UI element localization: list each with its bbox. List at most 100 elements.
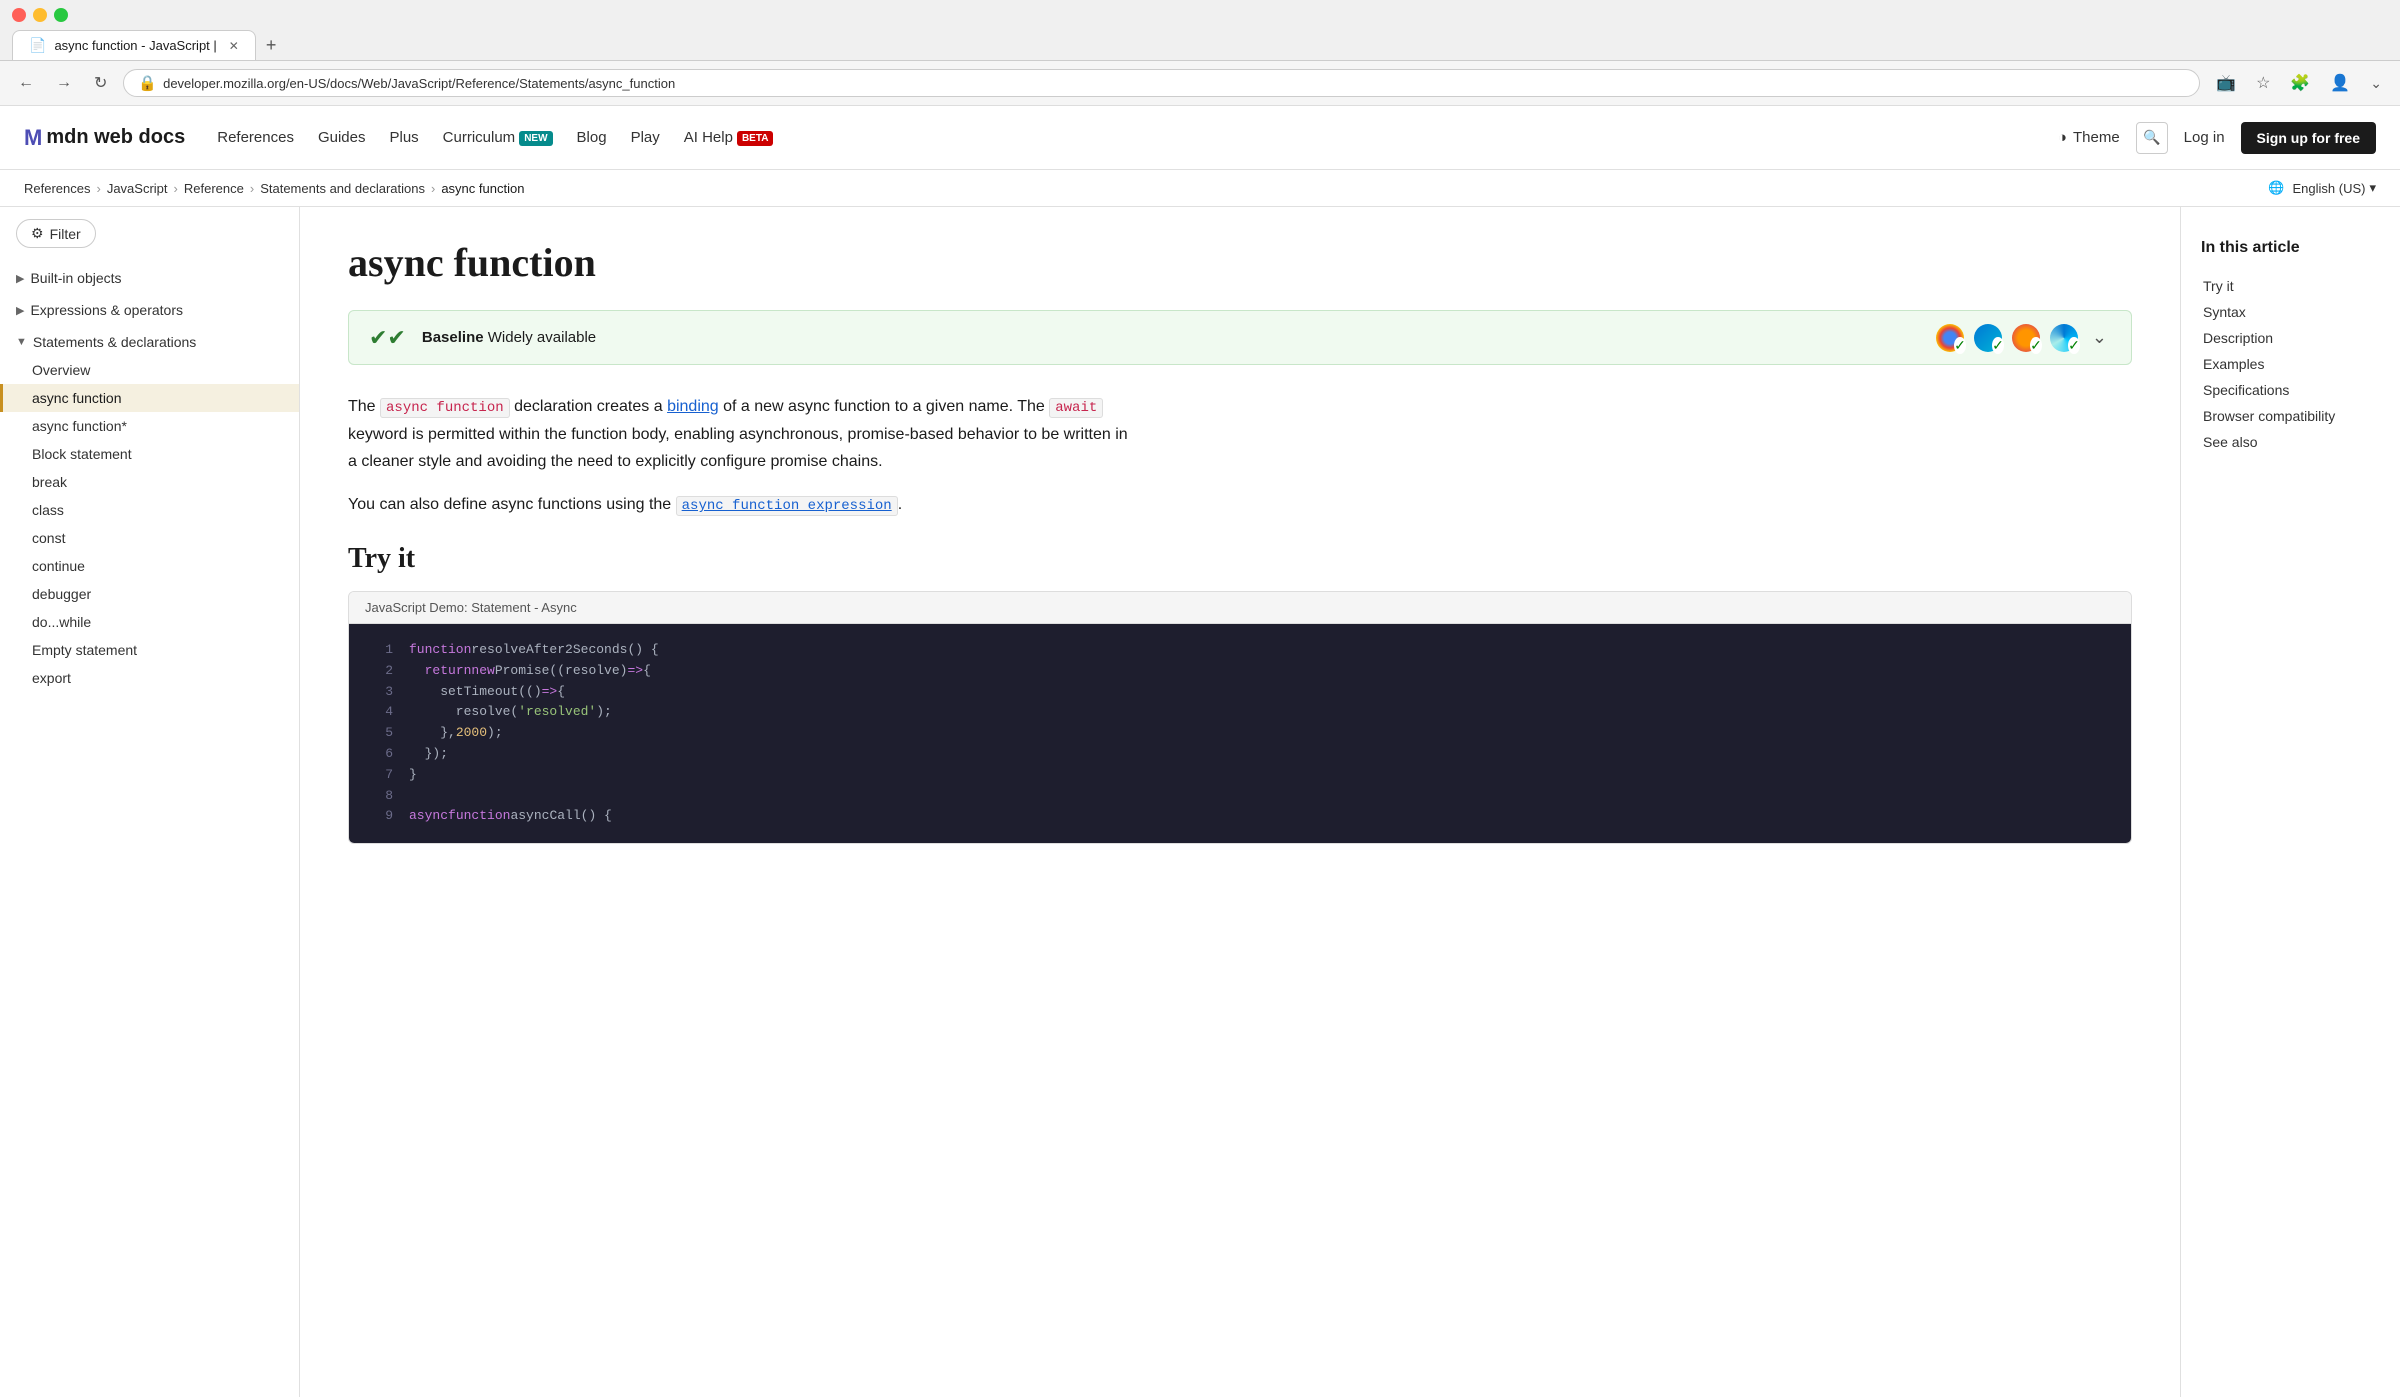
toc-title: In this article <box>2201 239 2380 257</box>
mdn-logo[interactable]: M mdn web docs <box>24 125 185 151</box>
sidebar-item-const[interactable]: const <box>0 524 299 552</box>
breadcrumb-references[interactable]: References <box>24 181 90 196</box>
sidebar-statements-label: Statements & declarations <box>33 334 196 350</box>
search-button[interactable]: 🔍 <box>2136 122 2168 154</box>
body-paragraph-2: You can also define async functions usin… <box>348 491 1128 519</box>
toc-item-try-it[interactable]: Try it <box>2191 273 2380 299</box>
edge-icon: ✓ <box>1974 324 2002 352</box>
nav-aihelp[interactable]: AI HelpBETA <box>684 129 774 146</box>
sidebar-section-builtin-header[interactable]: ▶ Built-in objects <box>0 264 299 292</box>
address-bar[interactable]: 🔒 developer.mozilla.org/en-US/docs/Web/J… <box>123 69 2200 97</box>
sidebar-item-dowhile[interactable]: do...while <box>0 608 299 636</box>
signup-button[interactable]: Sign up for free <box>2241 122 2376 154</box>
toolbar-icons: 📺 ☆ 🧩 👤 ⌄ <box>2210 69 2388 97</box>
sidebar-section-statements-header[interactable]: ▼ Statements & declarations <box>0 328 299 356</box>
code-line-4: 4 resolve('resolved'); <box>365 702 2115 723</box>
url-text: developer.mozilla.org/en-US/docs/Web/Jav… <box>163 76 2185 91</box>
sidebar-item-empty[interactable]: Empty statement <box>0 636 299 664</box>
toc-item-browser-compat[interactable]: Browser compatibility <box>2191 403 2380 429</box>
code-demo-block[interactable]: 1 function resolveAfter2Seconds() { 2 re… <box>349 624 2131 843</box>
forward-button[interactable]: → <box>50 70 78 96</box>
new-tab-button[interactable]: + <box>258 31 285 60</box>
profile-button[interactable]: 👤 <box>2324 69 2356 97</box>
content-area: async function ✔✔ Baseline Widely availa… <box>300 207 2180 1397</box>
toc-item-syntax[interactable]: Syntax <box>2191 299 2380 325</box>
breadcrumb-current: async function <box>441 181 524 196</box>
try-it-title: Try it <box>348 543 2132 575</box>
sidebar-item-export[interactable]: export <box>0 664 299 692</box>
filter-button[interactable]: ⚙ Filter <box>16 219 96 248</box>
content-body: The async function declaration creates a… <box>348 393 1128 519</box>
baseline-text: Baseline Widely available <box>422 329 596 346</box>
line-num-4: 4 <box>365 702 393 723</box>
sidebar-item-block[interactable]: Block statement <box>0 440 299 468</box>
nav-play[interactable]: Play <box>631 129 660 146</box>
more-button[interactable]: ⌄ <box>2364 71 2388 96</box>
globe-icon: 🌐 <box>2268 180 2284 196</box>
maximize-window-button[interactable] <box>54 8 68 22</box>
address-lock-icon: 🔒 <box>138 74 157 92</box>
breadcrumb-statements[interactable]: Statements and declarations <box>260 181 425 196</box>
refresh-button[interactable]: ↻ <box>88 69 113 97</box>
theme-button[interactable]: ◑ Theme <box>2058 129 2120 146</box>
code-line-2: 2 return new Promise((resolve) => { <box>365 661 2115 682</box>
sidebar-item-async-function[interactable]: async function <box>0 384 299 412</box>
line-num-3: 3 <box>365 682 393 703</box>
lang-label: English (US) <box>2293 181 2366 196</box>
cast-button[interactable]: 📺 <box>2210 69 2242 97</box>
chevron-down-icon: ▼ <box>16 336 27 348</box>
tab-title: async function - JavaScript | <box>54 38 216 53</box>
breadcrumb-javascript[interactable]: JavaScript <box>107 181 168 196</box>
browser-toolbar: ← → ↻ 🔒 developer.mozilla.org/en-US/docs… <box>0 61 2400 106</box>
code-line-3: 3 setTimeout(() => { <box>365 682 2115 703</box>
breadcrumb-reference[interactable]: Reference <box>184 181 244 196</box>
chevron-right-icon-2: ▶ <box>16 304 24 317</box>
toc-item-examples[interactable]: Examples <box>2191 351 2380 377</box>
back-button[interactable]: ← <box>12 70 40 96</box>
nav-references[interactable]: References <box>217 129 294 146</box>
sidebar-item-continue[interactable]: continue <box>0 552 299 580</box>
sidebar-item-overview[interactable]: Overview <box>0 356 299 384</box>
active-tab[interactable]: 📄 async function - JavaScript | ✕ <box>12 30 256 60</box>
minimize-window-button[interactable] <box>33 8 47 22</box>
sidebar-item-class[interactable]: class <box>0 496 299 524</box>
toc-sidebar: In this article Try it Syntax Descriptio… <box>2180 207 2400 1397</box>
sidebar-item-break[interactable]: break <box>0 468 299 496</box>
nav-guides[interactable]: Guides <box>318 129 366 146</box>
tab-close-button[interactable]: ✕ <box>229 39 239 53</box>
new-badge: NEW <box>519 131 552 146</box>
extensions-button[interactable]: 🧩 <box>2284 69 2316 97</box>
binding-link[interactable]: binding <box>667 398 719 415</box>
breadcrumb-sep-4: › <box>431 181 435 196</box>
browser-tabs: 📄 async function - JavaScript | ✕ + <box>12 30 2388 60</box>
sidebar-item-async-function-gen[interactable]: async function* <box>0 412 299 440</box>
line-num-8: 8 <box>365 786 393 807</box>
sidebar-section-builtin: ▶ Built-in objects <box>0 264 299 292</box>
code-line-7: 7 } <box>365 765 2115 786</box>
breadcrumb-sep-1: › <box>96 181 100 196</box>
breadcrumb-sep-2: › <box>174 181 178 196</box>
baseline-expand-button[interactable]: ⌄ <box>2088 323 2111 352</box>
sidebar-section-expressions-header[interactable]: ▶ Expressions & operators <box>0 296 299 324</box>
code-demo-wrapper: JavaScript Demo: Statement - Async 1 fun… <box>348 591 2132 844</box>
chevron-right-icon: ▶ <box>16 272 24 285</box>
browser-chrome: 📄 async function - JavaScript | ✕ + <box>0 0 2400 61</box>
sidebar-item-debugger[interactable]: debugger <box>0 580 299 608</box>
nav-curriculum[interactable]: CurriculumNEW <box>443 129 553 146</box>
search-icon: 🔍 <box>2143 129 2160 146</box>
language-selector[interactable]: 🌐 English (US) ▾ <box>2268 180 2376 196</box>
sidebar: ⚙ Filter ▶ Built-in objects ▶ Expression… <box>0 207 300 1397</box>
main-nav: References Guides Plus CurriculumNEW Blo… <box>217 129 773 146</box>
login-button[interactable]: Log in <box>2184 129 2225 146</box>
toc-item-description[interactable]: Description <box>2191 325 2380 351</box>
async-function-expr-link[interactable]: async function expression <box>676 496 898 516</box>
nav-plus[interactable]: Plus <box>389 129 418 146</box>
toc-item-specifications[interactable]: Specifications <box>2191 377 2380 403</box>
nav-blog[interactable]: Blog <box>577 129 607 146</box>
safari-icon: ✓ <box>2050 324 2078 352</box>
toc-item-see-also[interactable]: See also <box>2191 429 2380 455</box>
baseline-description: Widely available <box>488 329 596 346</box>
close-window-button[interactable] <box>12 8 26 22</box>
chrome-icon: ✓ <box>1936 324 1964 352</box>
bookmark-button[interactable]: ☆ <box>2250 69 2276 97</box>
